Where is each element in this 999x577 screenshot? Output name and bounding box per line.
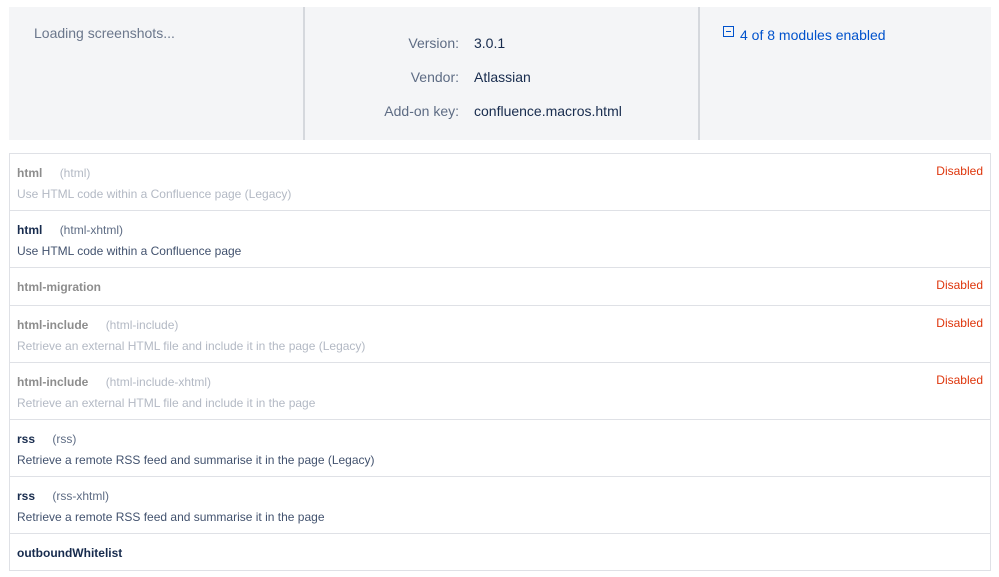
module-description: Retrieve a remote RSS feed and summarise… (17, 510, 325, 524)
module-description: Retrieve an external HTML file and inclu… (17, 396, 316, 410)
module-row: html (html) Use HTML code within a Confl… (10, 154, 990, 211)
screenshots-loading-text: Loading screenshots... (34, 25, 175, 41)
module-name: outboundWhitelist (17, 546, 123, 560)
version-value: 3.0.1 (474, 35, 506, 51)
screenshots-column: Loading screenshots... (9, 7, 305, 140)
module-key: (html-xhtml) (59, 223, 124, 237)
module-row: outboundWhitelist (10, 534, 990, 570)
vendor-value: Atlassian (474, 69, 531, 85)
version-label: Version: (408, 35, 459, 51)
addon-summary-panel: Loading screenshots... Version: 3.0.1 Ve… (9, 7, 991, 140)
module-list: html (html) Use HTML code within a Confl… (9, 153, 991, 571)
module-row: html (html-xhtml) Use HTML code within a… (10, 211, 990, 268)
module-status-disabled: Disabled (936, 278, 983, 292)
module-key: (html-include-xhtml) (105, 375, 212, 389)
module-name: html-include (17, 375, 89, 389)
module-key: (html-include) (105, 318, 179, 332)
module-status-disabled: Disabled (936, 316, 983, 330)
collapse-icon[interactable] (723, 26, 734, 37)
modules-toggle-label[interactable]: 4 of 8 modules enabled (740, 27, 886, 43)
module-name: html (17, 166, 43, 180)
module-status-disabled: Disabled (936, 373, 983, 387)
module-key: (html) (59, 166, 91, 180)
module-name: rss (17, 432, 36, 446)
module-row: rss (rss) Retrieve a remote RSS feed and… (10, 420, 990, 477)
module-description: Use HTML code within a Confluence page (17, 244, 242, 258)
module-name: html (17, 223, 43, 237)
addon-key-row: Add-on key: confluence.macros.html (305, 102, 698, 136)
module-key: (rss) (52, 432, 77, 446)
module-name: html-migration (17, 280, 101, 294)
addon-key-label: Add-on key: (384, 103, 459, 119)
module-key: (rss-xhtml) (52, 489, 110, 503)
module-description: Use HTML code within a Confluence page (… (17, 187, 292, 201)
vendor-label: Vendor: (410, 69, 459, 85)
modules-toggle-link[interactable]: 4 of 8 modules enabled (723, 26, 886, 43)
module-row: rss (rss-xhtml) Retrieve a remote RSS fe… (10, 477, 990, 534)
module-name: html-include (17, 318, 89, 332)
module-status-disabled: Disabled (936, 164, 983, 178)
module-name: rss (17, 489, 36, 503)
module-row: html-include (html-include-xhtml) Retrie… (10, 363, 990, 420)
version-row: Version: 3.0.1 (305, 34, 698, 68)
addon-details-column: Version: 3.0.1 Vendor: Atlassian Add-on … (305, 7, 700, 140)
addon-key-value: confluence.macros.html (474, 103, 622, 119)
module-description: Retrieve an external HTML file and inclu… (17, 339, 366, 353)
vendor-row: Vendor: Atlassian (305, 68, 698, 102)
module-row: html-migration Disabled (10, 268, 990, 306)
module-row: html-include (html-include) Retrieve an … (10, 306, 990, 363)
modules-column: 4 of 8 modules enabled (700, 7, 991, 140)
module-description: Retrieve a remote RSS feed and summarise… (17, 453, 375, 467)
